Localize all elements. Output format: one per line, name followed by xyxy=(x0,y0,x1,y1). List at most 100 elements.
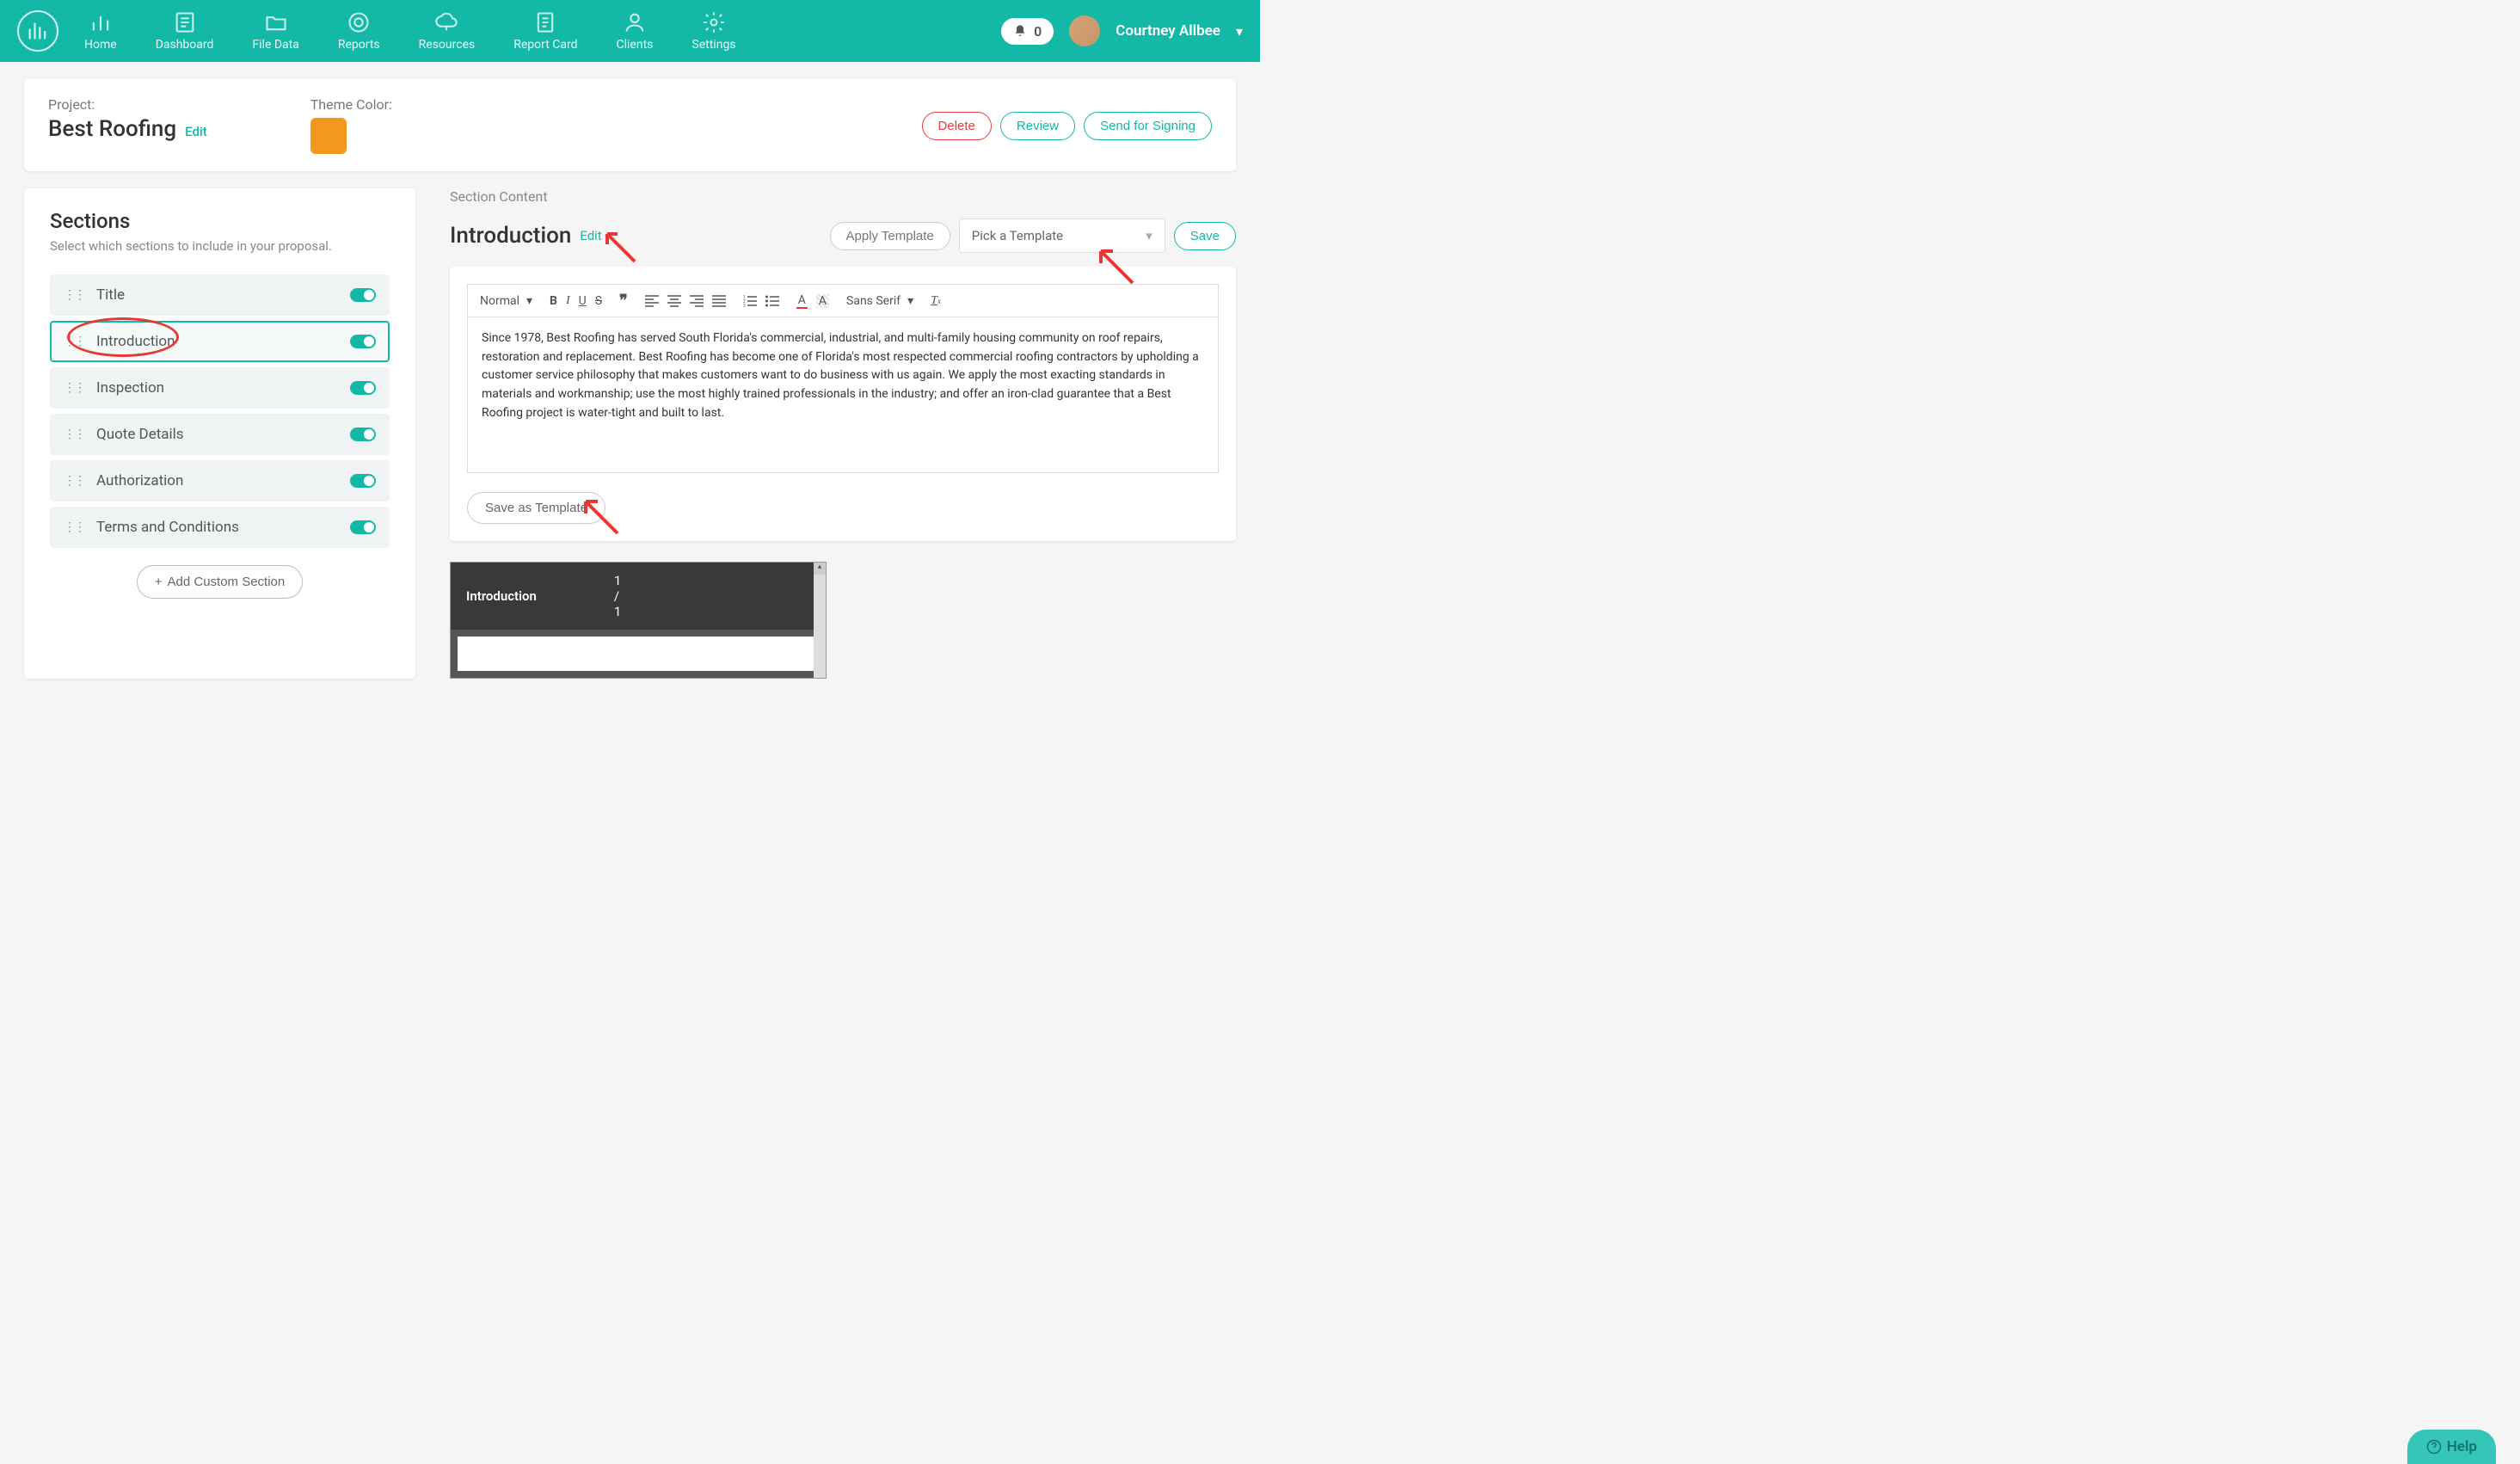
editor-body[interactable]: Since 1978, Best Roofing has served Sout… xyxy=(468,317,1218,472)
nav-label: Home xyxy=(84,38,117,52)
section-name: Title xyxy=(96,286,338,304)
align-justify-icon[interactable] xyxy=(712,295,726,307)
scroll-up-icon[interactable]: ▴ xyxy=(814,563,826,575)
bg-color-button[interactable]: A xyxy=(816,294,829,308)
nav-resources[interactable]: Resources xyxy=(419,10,476,52)
user-avatar[interactable] xyxy=(1069,15,1100,46)
section-item-title[interactable]: ⋮⋮ Title xyxy=(50,274,390,316)
align-left-icon[interactable] xyxy=(645,295,659,307)
nav-settings[interactable]: Settings xyxy=(691,10,735,52)
section-item-introduction[interactable]: ⋮⋮ Introduction xyxy=(50,321,390,362)
italic-button[interactable]: I xyxy=(566,294,570,308)
project-edit-link[interactable]: Edit xyxy=(185,124,207,139)
content-label: Section Content xyxy=(450,188,1236,205)
nav-clients[interactable]: Clients xyxy=(617,10,654,52)
nav-dashboard[interactable]: Dashboard xyxy=(156,10,214,52)
review-button[interactable]: Review xyxy=(1000,112,1075,140)
save-button[interactable]: Save xyxy=(1174,222,1236,250)
document-icon xyxy=(533,10,557,34)
align-center-icon[interactable] xyxy=(667,295,681,307)
content-panel: Section Content Introduction Edit Apply … xyxy=(450,188,1236,679)
add-custom-section-button[interactable]: + Add Custom Section xyxy=(137,565,304,599)
drag-handle-icon[interactable]: ⋮⋮ xyxy=(64,381,84,395)
chevron-down-icon: ▾ xyxy=(1146,228,1152,243)
project-name: Best Roofing xyxy=(48,116,176,142)
pdf-preview: Introduction 1 / 1 ▴ xyxy=(450,562,827,679)
logo[interactable] xyxy=(17,10,58,52)
section-toggle[interactable] xyxy=(350,474,376,488)
content-edit-link[interactable]: Edit xyxy=(580,228,601,243)
nav-label: Resources xyxy=(419,38,476,52)
section-item-terms[interactable]: ⋮⋮ Terms and Conditions xyxy=(50,507,390,548)
cloud-icon xyxy=(434,10,458,34)
font-select[interactable]: Sans Serif ▾ xyxy=(846,294,913,308)
section-toggle[interactable] xyxy=(350,520,376,534)
underline-button[interactable]: U xyxy=(579,294,587,308)
drag-handle-icon[interactable]: ⋮⋮ xyxy=(64,335,84,348)
bell-icon xyxy=(1013,24,1027,38)
logo-bars-icon xyxy=(26,19,50,43)
checklist-icon xyxy=(173,10,197,34)
user-name[interactable]: Courtney Allbee xyxy=(1116,22,1220,40)
section-toggle[interactable] xyxy=(350,288,376,302)
help-icon xyxy=(2426,1439,2442,1455)
project-header-card: Project: Best Roofing Edit Theme Color: … xyxy=(24,79,1236,171)
help-button[interactable]: Help xyxy=(2407,1430,2496,1464)
section-name: Quote Details xyxy=(96,426,338,443)
format-value: Normal xyxy=(480,294,519,308)
ordered-list-icon[interactable]: 123 xyxy=(743,295,757,307)
nav-reportcard[interactable]: Report Card xyxy=(513,10,577,52)
bullet-list-icon[interactable] xyxy=(765,295,779,307)
nav-home[interactable]: Home xyxy=(84,10,117,52)
help-label: Help xyxy=(2447,1438,2477,1455)
drag-handle-icon[interactable]: ⋮⋮ xyxy=(64,520,84,534)
quote-button[interactable]: ❞ xyxy=(619,292,628,310)
gear-icon xyxy=(702,10,726,34)
section-item-quote[interactable]: ⋮⋮ Quote Details xyxy=(50,414,390,455)
text-color-button[interactable]: A xyxy=(796,293,808,309)
sections-subtitle: Select which sections to include in your… xyxy=(50,238,390,254)
caret-icon: ▾ xyxy=(907,294,913,308)
target-icon xyxy=(347,10,371,34)
drag-handle-icon[interactable]: ⋮⋮ xyxy=(64,428,84,441)
pdf-title: Introduction xyxy=(466,588,537,604)
nav-label: Reports xyxy=(338,38,380,52)
section-toggle[interactable] xyxy=(350,381,376,395)
apply-template-button[interactable]: Apply Template xyxy=(830,222,950,250)
align-right-icon[interactable] xyxy=(690,295,704,307)
user-icon xyxy=(623,10,647,34)
bold-button[interactable]: B xyxy=(550,294,557,308)
template-select[interactable]: Pick a Template ▾ xyxy=(959,218,1165,253)
delete-button[interactable]: Delete xyxy=(922,112,992,140)
section-name: Introduction xyxy=(96,333,338,350)
pdf-page-content xyxy=(458,637,819,671)
clear-format-button[interactable]: Tx xyxy=(931,294,941,308)
section-item-authorization[interactable]: ⋮⋮ Authorization xyxy=(50,460,390,501)
notifications-badge[interactable]: 0 xyxy=(1001,18,1054,45)
nav-label: Settings xyxy=(691,38,735,52)
nav-label: Report Card xyxy=(513,38,577,52)
section-name: Inspection xyxy=(96,379,338,397)
nav-reports[interactable]: Reports xyxy=(338,10,380,52)
format-select[interactable]: Normal ▾ xyxy=(480,294,532,308)
add-section-label: Add Custom Section xyxy=(168,575,286,589)
section-toggle[interactable] xyxy=(350,428,376,441)
section-name: Terms and Conditions xyxy=(96,519,338,536)
section-item-inspection[interactable]: ⋮⋮ Inspection xyxy=(50,367,390,409)
annotation-arrow xyxy=(600,227,639,266)
bars-icon xyxy=(89,10,113,34)
user-menu-chevron-icon[interactable]: ▾ xyxy=(1236,23,1243,40)
drag-handle-icon[interactable]: ⋮⋮ xyxy=(64,474,84,488)
sections-title: Sections xyxy=(50,209,390,233)
pdf-scrollbar[interactable]: ▴ xyxy=(814,563,826,678)
strike-button[interactable]: S xyxy=(595,294,602,308)
content-title: Introduction xyxy=(450,223,571,249)
save-as-template-button[interactable]: Save as Template xyxy=(467,492,605,524)
section-toggle[interactable] xyxy=(350,335,376,348)
project-label: Project: xyxy=(48,96,207,113)
section-name: Authorization xyxy=(96,472,338,489)
nav-filedata[interactable]: File Data xyxy=(252,10,298,52)
send-signing-button[interactable]: Send for Signing xyxy=(1084,112,1212,140)
drag-handle-icon[interactable]: ⋮⋮ xyxy=(64,288,84,302)
theme-color-swatch[interactable] xyxy=(310,118,347,154)
